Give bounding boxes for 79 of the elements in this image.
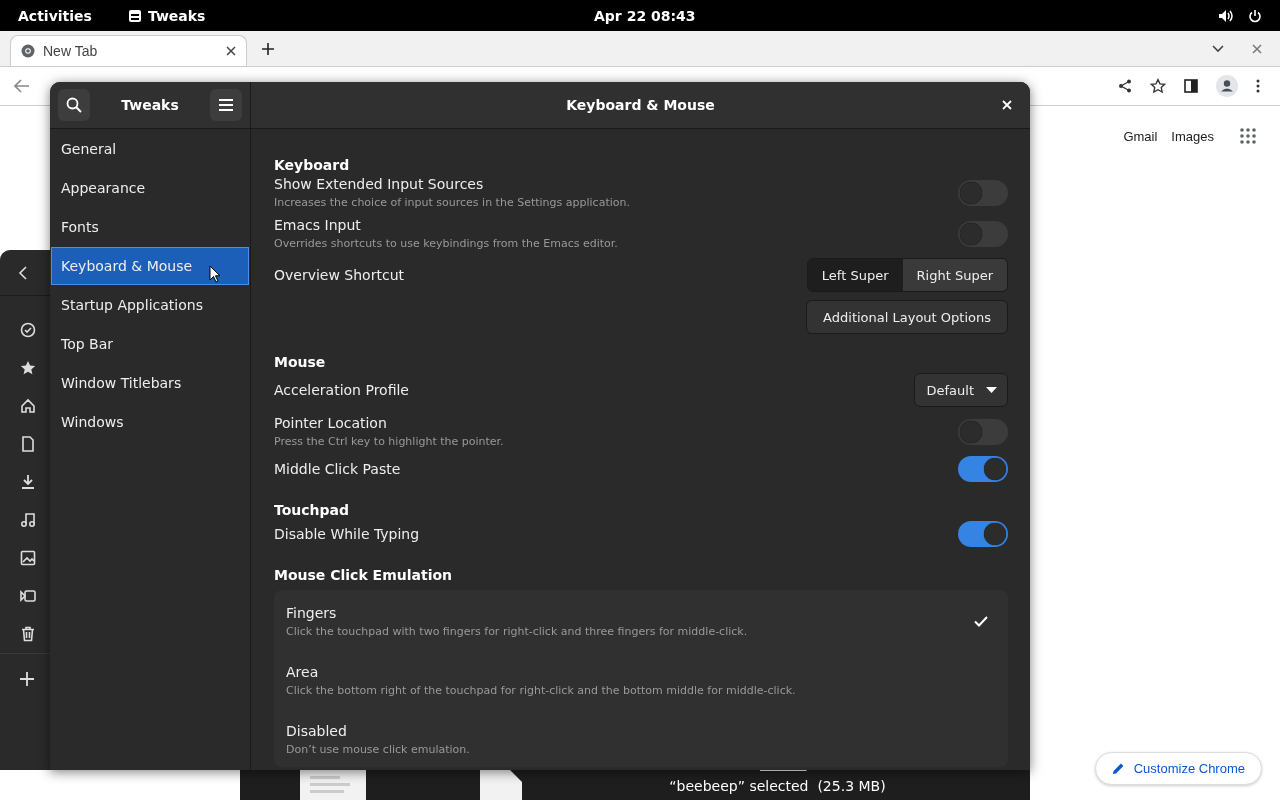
activities-button[interactable]: Activities — [18, 7, 92, 24]
toggle-switch[interactable] — [958, 220, 1008, 247]
sidebar-item[interactable]: Startup Applications — [51, 286, 249, 324]
sidebar-item[interactable]: General — [51, 130, 249, 168]
power-icon[interactable] — [1248, 8, 1262, 23]
setting-description: Increases the choice of input sources in the Settings application. — [274, 196, 630, 209]
music-icon[interactable] — [20, 512, 36, 528]
chevron-down-icon[interactable] — [1212, 44, 1224, 53]
side-panel-icon[interactable] — [1184, 79, 1198, 93]
menu-icon — [219, 99, 233, 111]
star-icon[interactable] — [1150, 78, 1166, 94]
image-icon[interactable] — [20, 550, 36, 566]
app-icon — [127, 8, 142, 23]
setting-label: Emacs Input — [274, 217, 362, 233]
search-button[interactable] — [58, 89, 90, 121]
setting-label: Overview Shortcut — [274, 267, 404, 283]
share-icon[interactable] — [1118, 79, 1132, 93]
sidebar-item[interactable]: Appearance — [51, 169, 249, 207]
video-camera-icon[interactable] — [20, 588, 36, 604]
section-heading: Mouse Click Emulation — [274, 567, 453, 583]
sidebar-item[interactable]: Top Bar — [51, 325, 249, 363]
option-row[interactable]: Disabled Don’t use mouse click emulation. — [274, 708, 1008, 767]
segment-button[interactable]: Right Super — [902, 259, 1007, 291]
option-row[interactable]: Fingers Click the touchpad with two fingers for right-click and three fingers for middle-click. — [274, 590, 1008, 649]
clock[interactable]: Apr 22 08:43 — [594, 7, 696, 24]
plus-icon[interactable] — [20, 672, 34, 686]
segment-button[interactable]: Left Super — [807, 259, 903, 291]
browser-logo-icon — [21, 44, 35, 58]
setting-label: Acceleration Profile — [274, 382, 409, 398]
sidebar-item[interactable]: Window Titlebars — [51, 364, 249, 402]
pencil-icon — [1111, 762, 1125, 775]
customize-button[interactable]: Customize Chrome — [1094, 752, 1262, 785]
sidebar-item[interactable]: Keyboard & Mouse — [51, 247, 249, 285]
sidebar-item[interactable]: Fonts — [51, 208, 249, 246]
toggle-switch[interactable] — [958, 521, 1008, 547]
setting-description: Press the Ctrl key to highlight the pointer. — [274, 435, 504, 448]
home-icon[interactable] — [20, 398, 36, 414]
profile-icon[interactable] — [1216, 75, 1238, 97]
star-icon[interactable] — [20, 360, 36, 376]
option-description: Don’t use mouse click emulation. — [286, 743, 470, 756]
browser-tab[interactable]: New Tab — [10, 35, 247, 66]
section-heading: Keyboard — [274, 157, 351, 173]
volume-icon[interactable] — [1218, 8, 1234, 23]
window-title: Keyboard & Mouse — [566, 97, 715, 113]
setting-label: Disable While Typing — [274, 526, 420, 542]
option-description: Click the touchpad with two fingers for right-click and three fingers for middle-click. — [286, 625, 748, 638]
pointer-icon — [209, 265, 221, 283]
header-link[interactable]: Images — [1171, 128, 1214, 144]
layout-options-button[interactable]: Additional Layout Options — [806, 300, 1008, 334]
more-icon[interactable] — [1256, 79, 1260, 93]
app-title: Tweaks — [121, 97, 179, 113]
document-icon[interactable] — [20, 436, 36, 452]
close-icon[interactable] — [226, 46, 236, 56]
clock-icon[interactable] — [20, 322, 36, 338]
option-label: Fingers — [286, 605, 338, 621]
new-tab-icon[interactable] — [261, 41, 275, 56]
setting-label: Middle Click Paste — [274, 461, 401, 477]
app-menu[interactable]: Tweaks — [147, 7, 206, 24]
header-link[interactable]: Gmail — [1123, 128, 1158, 144]
dropdown[interactable]: Default — [913, 373, 1008, 407]
option-label: Disabled — [286, 723, 348, 739]
section-heading: Touchpad — [274, 502, 351, 518]
section-heading: Mouse — [274, 354, 327, 370]
toggle-switch[interactable] — [958, 418, 1008, 445]
setting-label: Pointer Location — [274, 415, 388, 431]
setting-label: Show Extended Input Sources — [274, 176, 485, 192]
menu-button[interactable] — [210, 89, 242, 121]
sidebar-item[interactable]: Windows — [51, 403, 249, 441]
caret-icon — [986, 387, 997, 393]
setting-description: Overrides shortcuts to use keybindings from the Emacs editor. — [274, 237, 618, 250]
toggle-switch[interactable] — [958, 179, 1008, 206]
download-icon[interactable] — [20, 474, 36, 490]
trash-icon[interactable] — [20, 626, 36, 642]
option-label: Area — [286, 664, 320, 680]
toggle-switch[interactable] — [958, 456, 1008, 482]
option-row[interactable]: Area Click the bottom right of the touchpad for right-click and the bottom middle for middle-click. — [274, 649, 1008, 708]
apps-grid-icon[interactable] — [1240, 128, 1256, 144]
search-icon — [66, 97, 82, 113]
option-description: Click the bottom right of the touchpad for right-click and the bottom middle for middle-click. — [286, 684, 796, 697]
